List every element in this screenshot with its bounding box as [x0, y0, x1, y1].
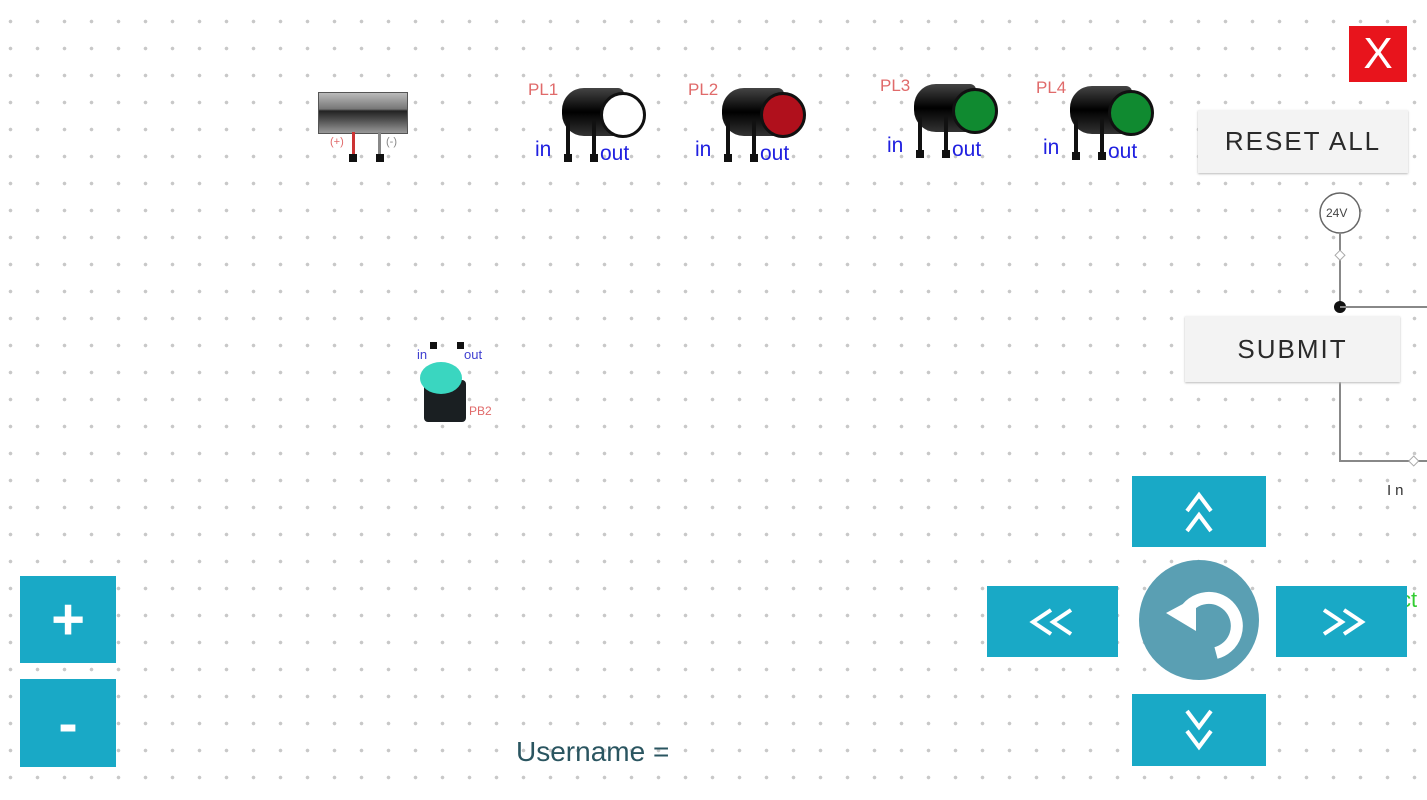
- left-icon: [1028, 607, 1072, 636]
- terminal-in[interactable]: [1072, 152, 1080, 160]
- pan-right-button[interactable]: [1276, 586, 1407, 657]
- minus-icon: -: [58, 690, 78, 756]
- pan-left-button[interactable]: [987, 586, 1118, 657]
- lamp-lens: [600, 92, 646, 138]
- lamp-out-label: out: [1108, 140, 1138, 163]
- reset-all-button[interactable]: RESET ALL: [1198, 110, 1408, 173]
- terminal-out[interactable]: [750, 154, 758, 162]
- pilot-lamp-3[interactable]: PL3 in out: [880, 76, 998, 166]
- terminal-in[interactable]: [430, 342, 437, 349]
- rotate-icon: [1166, 591, 1243, 659]
- right-icon: [1322, 607, 1366, 636]
- plus-terminal-label: (+): [330, 136, 344, 148]
- pan-up-button[interactable]: [1132, 476, 1266, 547]
- lamp-lens: [760, 92, 806, 138]
- lamp-in-label: in: [1043, 136, 1060, 159]
- lamp-label: PL3: [880, 76, 911, 95]
- in-label: In: [1387, 482, 1408, 499]
- terminal-in[interactable]: [724, 154, 732, 162]
- zoom-in-button[interactable]: +: [20, 576, 116, 663]
- power-supply-body: [318, 92, 408, 134]
- terminal-out[interactable]: [1098, 152, 1106, 160]
- lamp-label: PL1: [528, 80, 559, 99]
- terminal-out[interactable]: [942, 150, 950, 158]
- power-supply[interactable]: (+) (-): [316, 90, 408, 165]
- pb-in-label: in: [417, 347, 428, 362]
- terminal-plus[interactable]: [349, 154, 357, 162]
- up-icon: [1185, 491, 1213, 532]
- terminal-out[interactable]: [457, 342, 464, 349]
- submit-button[interactable]: SUBMIT: [1185, 316, 1400, 382]
- lamp-label: PL4: [1036, 78, 1067, 97]
- reset-view-button[interactable]: [1139, 560, 1259, 680]
- username-label: Username =: [516, 736, 670, 767]
- zoom-out-button[interactable]: -: [20, 679, 116, 767]
- lamp-out-label: out: [952, 138, 982, 161]
- lamp-in-label: in: [695, 138, 712, 161]
- reset-all-label: RESET ALL: [1224, 126, 1382, 156]
- terminal-in[interactable]: [564, 154, 572, 162]
- pilot-lamp-2[interactable]: PL2 in out: [688, 80, 806, 170]
- pilot-lamp-4[interactable]: PL4 in out: [1036, 78, 1154, 168]
- lamp-label: PL2: [688, 80, 719, 99]
- lamp-out-label: out: [600, 142, 630, 165]
- pb-label: PB2: [469, 404, 492, 418]
- submit-label: SUBMIT: [1237, 333, 1348, 364]
- lamp-in-label: in: [535, 138, 552, 161]
- pilot-lamp-1[interactable]: PL1 in out: [528, 80, 646, 170]
- minus-terminal-label: (-): [386, 136, 397, 148]
- terminal-in[interactable]: [916, 150, 924, 158]
- lamp-lens: [1108, 90, 1154, 136]
- close-icon: X: [1363, 29, 1393, 78]
- lamp-in-label: in: [887, 134, 904, 157]
- pushbutton-cap[interactable]: [420, 362, 462, 394]
- pan-down-button[interactable]: [1132, 694, 1266, 766]
- pb-out-label: out: [464, 347, 483, 362]
- lamp-out-label: out: [760, 142, 790, 165]
- down-icon: [1185, 709, 1213, 751]
- terminal-out[interactable]: [590, 154, 598, 162]
- lamp-lens: [952, 88, 998, 134]
- terminal-minus[interactable]: [376, 154, 384, 162]
- source-label: 24V: [1326, 206, 1348, 220]
- plus-icon: +: [51, 587, 85, 652]
- pushbutton-pb2[interactable]: in out PB2: [414, 340, 504, 430]
- close-button[interactable]: X: [1349, 26, 1407, 82]
